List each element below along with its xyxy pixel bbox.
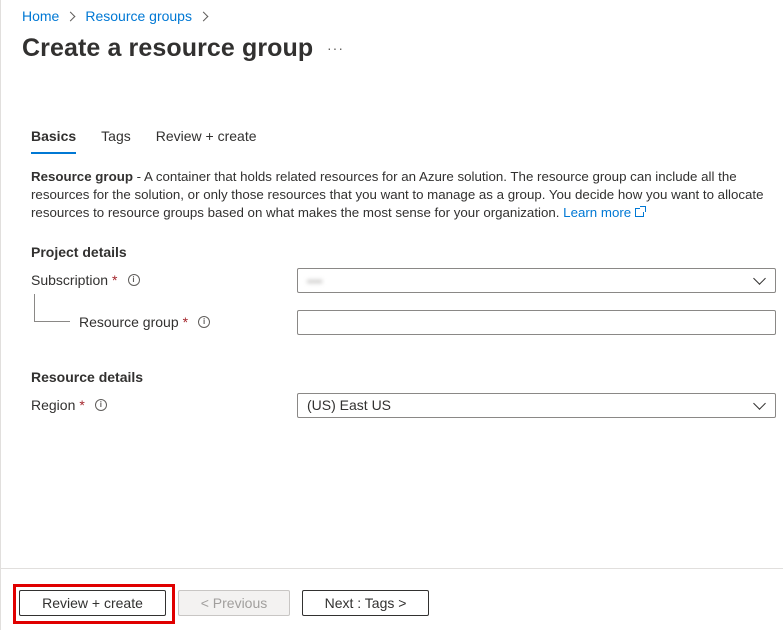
- tab-review-create[interactable]: Review + create: [156, 126, 257, 153]
- tab-basics[interactable]: Basics: [31, 126, 77, 154]
- resource-group-label: Resource group * i: [79, 314, 211, 330]
- subscription-dropdown[interactable]: ••••: [297, 268, 776, 293]
- page-title: Create a resource group: [22, 34, 314, 62]
- chevron-right-icon: [198, 11, 209, 21]
- breadcrumb-home[interactable]: Home: [22, 6, 59, 26]
- more-options-icon[interactable]: ···: [327, 40, 344, 56]
- description-text: Resource group - A container that holds …: [31, 168, 766, 222]
- info-icon[interactable]: i: [94, 399, 107, 411]
- description-term: Resource group: [31, 169, 133, 184]
- resource-details-heading: Resource details: [31, 369, 144, 385]
- required-marker: *: [112, 272, 118, 288]
- chevron-down-icon: [753, 397, 766, 410]
- chevron-down-icon: [753, 272, 766, 285]
- tab-bar: Basics Tags Review + create: [31, 126, 282, 154]
- tab-tags[interactable]: Tags: [101, 126, 131, 153]
- review-create-button[interactable]: Review + create: [19, 590, 166, 616]
- info-icon[interactable]: i: [127, 274, 140, 286]
- tree-connector: [34, 294, 70, 322]
- region-dropdown[interactable]: (US) East US: [297, 393, 776, 418]
- project-details-heading: Project details: [31, 244, 127, 260]
- required-marker: *: [79, 397, 85, 413]
- description-body: - A container that holds related resourc…: [31, 169, 764, 220]
- required-marker: *: [182, 314, 189, 330]
- next-tags-button[interactable]: Next : Tags >: [302, 590, 429, 616]
- external-link-icon: [635, 206, 647, 217]
- breadcrumb: Home Resource groups: [22, 6, 218, 26]
- chevron-right-icon: [65, 11, 76, 21]
- breadcrumb-resource-groups[interactable]: Resource groups: [85, 6, 192, 26]
- subscription-label: Subscription * i: [31, 272, 140, 288]
- resource-group-input[interactable]: [297, 310, 776, 335]
- subscription-value: ••••: [307, 276, 323, 288]
- left-border: [0, 0, 1, 630]
- info-icon[interactable]: i: [198, 316, 211, 328]
- region-label: Region * i: [31, 397, 107, 413]
- region-value: (US) East US: [307, 397, 392, 413]
- previous-button[interactable]: < Previous: [178, 590, 290, 616]
- learn-more-link[interactable]: Learn more: [563, 205, 647, 220]
